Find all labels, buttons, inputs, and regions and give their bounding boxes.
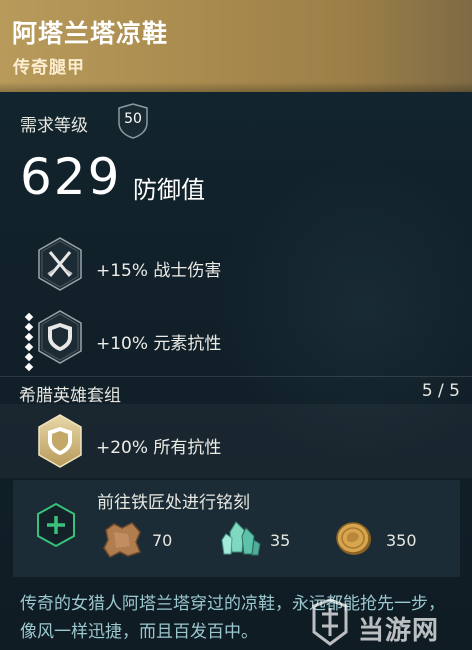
perk-tier-indicator bbox=[24, 312, 34, 372]
perk-warrior-damage: +15% 战士伤害 bbox=[96, 261, 222, 281]
defense-value: 629 bbox=[20, 148, 122, 206]
leather-icon bbox=[100, 520, 144, 560]
item-header: 阿塔兰塔凉鞋 传奇腿甲 bbox=[0, 0, 472, 92]
set-bonus-text: +20% 所有抗性 bbox=[96, 438, 222, 458]
watermark-logo-icon bbox=[312, 598, 348, 646]
watermark: 当游网 bbox=[300, 596, 470, 650]
engraving-title: 前往铁匠处进行铭刻 bbox=[97, 493, 250, 513]
level-badge: 50 bbox=[117, 103, 149, 139]
item-tooltip: 阿塔兰塔凉鞋 传奇腿甲 需求等级 50 629 防御值 +15% 战士伤害 +1… bbox=[0, 0, 472, 650]
set-name: 希腊英雄套组 bbox=[19, 386, 121, 406]
plus-icon bbox=[37, 502, 75, 548]
ancient-coin-icon bbox=[332, 518, 376, 558]
set-count: 5 / 5 bbox=[421, 381, 460, 401]
watermark-text: 当游网 bbox=[358, 616, 440, 646]
leather-amount: 70 bbox=[152, 531, 173, 550]
add-engraving-button[interactable] bbox=[36, 502, 76, 548]
required-level-label: 需求等级 bbox=[20, 116, 88, 136]
defense-label: 防御值 bbox=[133, 176, 205, 204]
item-type: 传奇腿甲 bbox=[13, 58, 85, 78]
crystal-icon bbox=[218, 518, 262, 558]
gold-shield-icon[interactable] bbox=[36, 413, 84, 469]
crossed-blades-icon[interactable] bbox=[36, 236, 84, 292]
perk-elemental-resistance: +10% 元素抗性 bbox=[96, 334, 222, 354]
coin-amount: 350 bbox=[386, 531, 417, 550]
shield-icon[interactable] bbox=[36, 309, 84, 365]
level-value: 50 bbox=[124, 111, 142, 127]
item-name: 阿塔兰塔凉鞋 bbox=[12, 19, 169, 48]
crystal-amount: 35 bbox=[270, 531, 291, 550]
